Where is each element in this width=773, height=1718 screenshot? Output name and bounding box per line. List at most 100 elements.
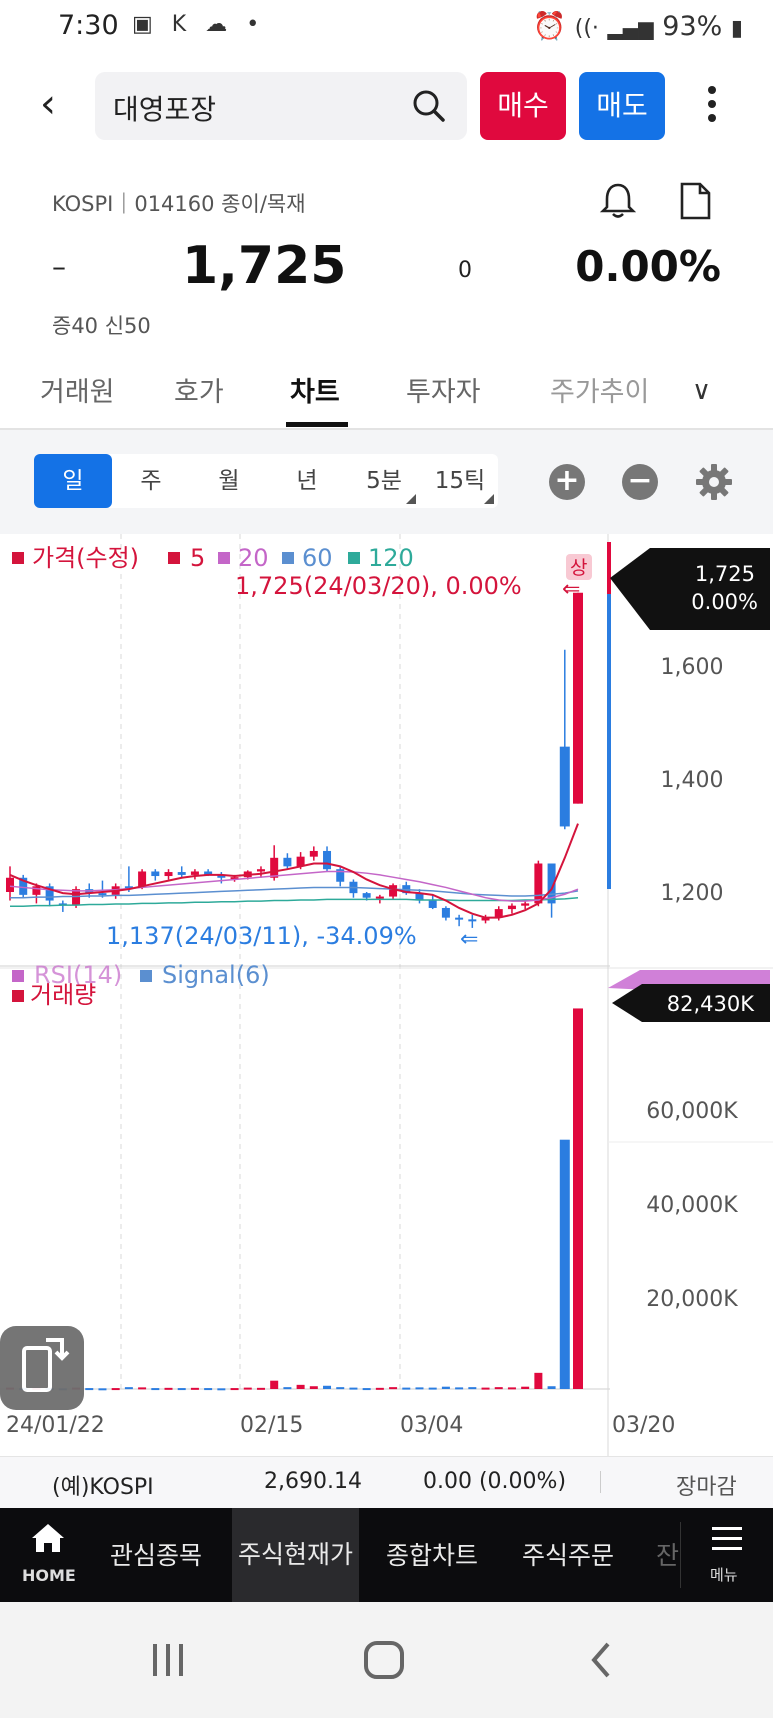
search-icon[interactable] <box>409 86 449 126</box>
volume-bar <box>164 1387 173 1390</box>
candle <box>573 592 583 804</box>
candle <box>323 846 332 873</box>
volume-bar <box>494 1387 503 1390</box>
back-icon[interactable]: ‹ <box>40 84 56 124</box>
index-change: 0.00 (0.00%) <box>423 1469 567 1494</box>
moving-averages <box>9 823 579 919</box>
menu-label[interactable]: 메뉴 <box>710 1564 738 1585</box>
legend-ma5: 5 <box>190 544 205 572</box>
candle <box>455 914 464 927</box>
volume-bar <box>362 1388 371 1391</box>
volume-bar <box>521 1386 530 1389</box>
zoom-out-icon[interactable]: − <box>622 464 658 500</box>
last-volume-label: 82,430K <box>667 992 755 1016</box>
low-arrow-icon: ⇐ <box>460 927 478 952</box>
volume-bar <box>243 1387 252 1390</box>
margin-info: 증40 신50 <box>52 314 151 338</box>
period-day[interactable]: 일 <box>34 454 112 508</box>
legend-signal: Signal(6) <box>162 961 270 989</box>
back-button-icon[interactable] <box>586 1640 616 1680</box>
detail-tabs: 거래원 호가 차트 투자자 주가추이 ∨ <box>0 362 773 430</box>
volume-bar <box>85 1388 94 1391</box>
dropdown-corner-icon <box>406 494 416 504</box>
volume-bar <box>402 1387 411 1390</box>
status-time: 7:30 <box>58 10 119 41</box>
tab-orderbook[interactable]: 호가 <box>174 370 224 409</box>
volume-tick-20000k: 20,000K <box>646 1287 738 1312</box>
volume-bar <box>217 1388 226 1391</box>
alarm-bell-icon[interactable] <box>598 180 638 220</box>
alarm-icon: ⏰ <box>532 11 567 42</box>
nav-divider <box>680 1522 681 1588</box>
candle <box>58 900 67 912</box>
home-button-icon[interactable] <box>362 1640 406 1680</box>
legend-ma60: 60 <box>302 544 333 572</box>
search-text: 대영포장 <box>113 93 217 126</box>
tab-trader[interactable]: 거래원 <box>40 370 115 409</box>
volume-bar <box>441 1386 450 1389</box>
candle <box>441 906 450 921</box>
settings-gear-icon[interactable] <box>694 462 734 502</box>
home-icon[interactable] <box>30 1522 66 1554</box>
document-icon[interactable] <box>678 182 712 220</box>
recent-apps-icon[interactable] <box>148 1640 188 1680</box>
divider <box>600 1471 601 1493</box>
nav-chart[interactable]: 종합차트 <box>386 1536 478 1572</box>
price-change: 0 <box>458 258 472 283</box>
volume-bar <box>375 1387 384 1390</box>
volume-bar <box>428 1387 437 1390</box>
period-month[interactable]: 월 <box>190 454 268 508</box>
nav-watchlist[interactable]: 관심종목 <box>110 1536 202 1572</box>
system-navigation <box>0 1602 773 1718</box>
nav-current-price[interactable]: 주식현재가 <box>232 1508 360 1602</box>
buy-button[interactable]: 매수 <box>480 72 566 140</box>
candle <box>559 649 570 830</box>
change-sign: – <box>52 250 66 283</box>
period-year[interactable]: 년 <box>268 454 346 508</box>
candle <box>256 866 265 878</box>
home-label[interactable]: HOME <box>22 1566 76 1585</box>
tab-price-trend[interactable]: 주가추이 <box>550 370 662 409</box>
date-tick-0215: 02/15 <box>240 1413 303 1438</box>
rotate-icon <box>22 1338 70 1392</box>
chevron-down-icon[interactable]: ∨ <box>692 376 711 406</box>
volume-bar <box>151 1388 160 1391</box>
index-ticker[interactable]: (예)KOSPI 2,690.14 0.00 (0.00%) 장마감 <box>0 1456 773 1509</box>
volume-bar <box>309 1386 318 1389</box>
tab-investor[interactable]: 투자자 <box>406 370 481 409</box>
volume-bar <box>468 1387 477 1390</box>
volume-bar <box>270 1380 279 1389</box>
nav-more[interactable]: 잔 <box>656 1536 679 1572</box>
tab-chart[interactable]: 차트 <box>290 370 340 409</box>
zoom-in-icon[interactable]: + <box>549 464 585 500</box>
rotate-screen-button[interactable] <box>0 1326 84 1410</box>
status-notification-icons: ▣ K ☁ • <box>132 12 266 37</box>
candle <box>468 914 477 928</box>
candle <box>164 869 173 880</box>
candle <box>283 853 292 870</box>
upper-limit-badge: 상 <box>570 557 587 579</box>
volume-bar <box>230 1388 239 1391</box>
candle <box>190 869 199 880</box>
current-price: 1,725 <box>182 236 347 296</box>
candle <box>507 903 516 914</box>
more-menu-icon[interactable] <box>700 80 724 132</box>
volume-bar <box>547 1386 556 1389</box>
volume-bar <box>296 1384 305 1389</box>
bottom-navigation: HOME 관심종목 주식현재가 종합차트 주식주문 잔 메뉴 <box>0 1508 773 1602</box>
period-selector: 일 주 월 년 5분 15틱 <box>34 454 498 508</box>
volume-bar <box>177 1388 186 1391</box>
stock-chart[interactable]: 가격(수정) 5 20 60 120 1,725(24/03/20), 0.00… <box>0 534 773 1456</box>
volume-bar <box>256 1387 265 1390</box>
search-box[interactable]: 대영포장 <box>95 72 467 140</box>
wifi-icon: ((· <box>574 16 599 41</box>
index-value: 2,690.14 <box>264 1469 362 1494</box>
period-week[interactable]: 주 <box>112 454 190 508</box>
hamburger-menu-icon[interactable] <box>712 1526 742 1552</box>
volume-bar <box>283 1387 292 1390</box>
nav-order[interactable]: 주식주문 <box>522 1536 614 1572</box>
header: ‹ 대영포장 매수 매도 <box>0 70 773 140</box>
volume-bar <box>481 1387 490 1390</box>
price-tick-1400: 1,400 <box>661 768 724 793</box>
sell-button[interactable]: 매도 <box>579 72 665 140</box>
